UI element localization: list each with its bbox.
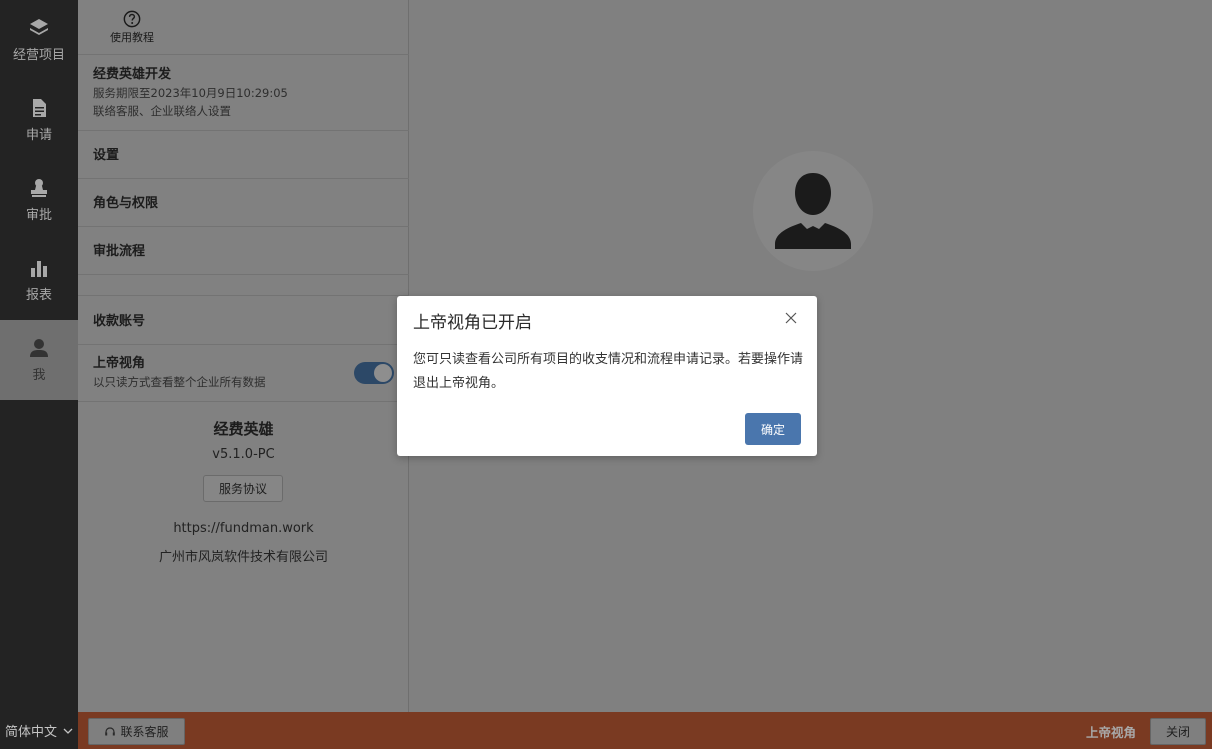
- contact-settings: 联络客服、企业联络人设置: [93, 104, 231, 118]
- divider: [78, 178, 409, 179]
- god-view-toggle[interactable]: [354, 362, 394, 384]
- nav-item-label: 申请: [25, 127, 52, 143]
- language-label: 简体中文: [4, 725, 57, 740]
- confirm-button[interactable]: 确定: [745, 413, 801, 445]
- left-nav: 经营项目 申请 审批 报表 我: [0, 0, 78, 712]
- user-icon: [30, 338, 48, 357]
- nav-item-label: 审批: [25, 207, 52, 223]
- nav-item-label: 经营项目: [12, 47, 65, 63]
- nav-item-label: 我: [32, 367, 46, 383]
- language-select[interactable]: 简体中文: [0, 712, 78, 749]
- service-agreement-button[interactable]: 服务协议: [203, 475, 283, 502]
- divider: [78, 295, 409, 296]
- app-version: v5.1.0-PC: [212, 447, 275, 462]
- document-icon: [33, 98, 46, 117]
- dialog-title: 上帝视角已开启: [413, 313, 532, 333]
- toggle-knob: [374, 364, 392, 382]
- nav-item-label: 报表: [25, 287, 52, 303]
- service-expiry: 服务期限至2023年10月9日10:29:05: [93, 86, 288, 100]
- help-icon: [123, 10, 141, 28]
- nav-item-projects[interactable]: 经营项目: [0, 0, 78, 80]
- headset-icon: [105, 726, 116, 735]
- website-link[interactable]: https://fundman.work: [78, 521, 409, 536]
- layers-icon: [30, 18, 48, 35]
- bar-chart-icon: [31, 260, 47, 277]
- god-view-desc: 以只读方式查看整个企业所有数据: [93, 375, 266, 389]
- contact-support-button[interactable]: 联系客服: [88, 718, 185, 745]
- chevron-down-icon: [63, 728, 73, 734]
- settings-panel: 使用教程 经费英雄开发 服务期限至2023年10月9日10:29:05 联络客服…: [78, 0, 409, 712]
- contact-support-label: 联系客服: [120, 725, 169, 739]
- god-view-title: 上帝视角: [93, 356, 146, 371]
- divider: [78, 401, 409, 402]
- avatar[interactable]: [753, 151, 873, 271]
- company-name: 广州市风岚软件技术有限公司: [158, 550, 328, 565]
- menu-settings[interactable]: 设置: [93, 144, 119, 163]
- god-view-status: 上帝视角: [1086, 725, 1137, 740]
- menu-roles-permissions[interactable]: 角色与权限: [93, 192, 158, 211]
- bottom-bar: 简体中文 联系客服 上帝视角 关闭: [0, 712, 1212, 749]
- nav-item-approve[interactable]: 审批: [0, 160, 78, 240]
- close-god-view-button[interactable]: 关闭: [1150, 718, 1206, 745]
- divider: [78, 274, 409, 275]
- divider: [78, 226, 409, 227]
- divider: [78, 130, 409, 131]
- help-label: 使用教程: [110, 31, 154, 44]
- nav-item-reports[interactable]: 报表: [0, 240, 78, 320]
- divider: [78, 54, 409, 55]
- app-name: 经费英雄: [213, 420, 274, 438]
- nav-item-apply[interactable]: 申请: [0, 80, 78, 160]
- account-name: 经费英雄开发: [93, 67, 172, 82]
- stamp-icon: [31, 178, 47, 197]
- menu-receiving-account[interactable]: 收款账号: [93, 310, 145, 329]
- user-avatar-icon: [775, 173, 851, 249]
- god-view-dialog: 上帝视角已开启 您可只读查看公司所有项目的收支情况和流程申请记录。若要操作请退出…: [397, 296, 817, 456]
- help-tutorial-button[interactable]: 使用教程: [100, 10, 164, 45]
- menu-approval-flow[interactable]: 审批流程: [93, 240, 145, 259]
- divider: [78, 344, 409, 345]
- nav-item-me[interactable]: 我: [0, 320, 78, 400]
- close-icon[interactable]: [784, 311, 798, 325]
- dialog-message: 您可只读查看公司所有项目的收支情况和流程申请记录。若要操作请退出上帝视角。: [413, 352, 804, 391]
